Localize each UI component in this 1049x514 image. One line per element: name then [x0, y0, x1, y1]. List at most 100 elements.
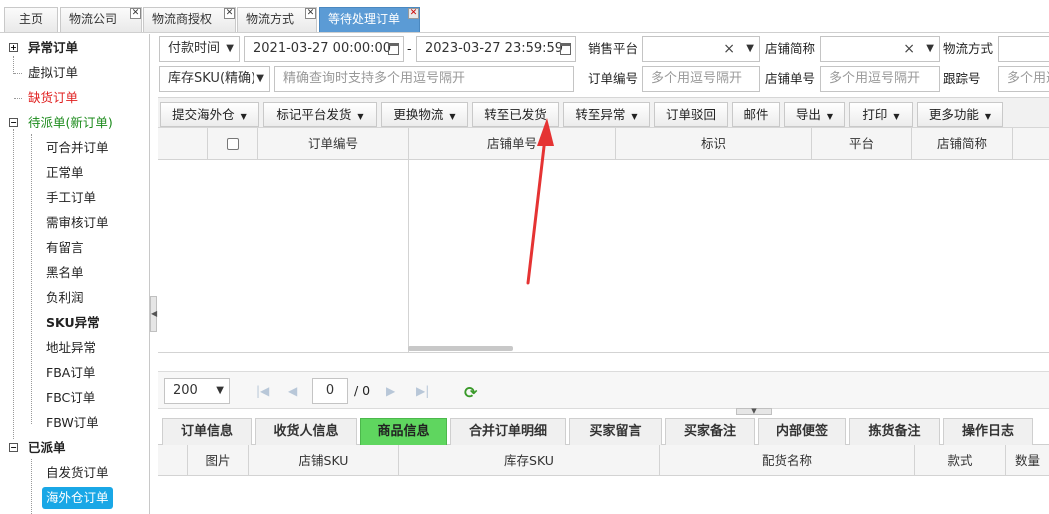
- tab-logistics-method[interactable]: 物流方式 ✕: [237, 7, 317, 32]
- tab-merged-order-detail[interactable]: 合并订单明细: [450, 418, 566, 445]
- close-icon[interactable]: ✕: [130, 8, 141, 19]
- submit-overseas-button[interactable]: 提交海外仓 ▼: [160, 102, 259, 127]
- collapse-icon[interactable]: −: [9, 443, 18, 452]
- reject-order-button[interactable]: 订单驳回: [654, 102, 728, 127]
- clear-icon[interactable]: ×: [903, 37, 915, 61]
- sidebar-group-pending[interactable]: 待派单(新订单): [28, 112, 113, 134]
- sku-type-value: 库存SKU(精确): [168, 71, 257, 86]
- clear-icon[interactable]: ×: [723, 37, 735, 61]
- mark-platform-button[interactable]: 标记平台发货 ▼: [263, 102, 377, 127]
- sku-type-select[interactable]: 库存SKU(精确) ▼: [159, 66, 270, 92]
- total-pages-label: / 0: [354, 383, 371, 398]
- sidebar-item-negative-profit[interactable]: 负利润: [46, 287, 84, 309]
- sidebar-item-sku-exception[interactable]: SKU异常: [46, 312, 100, 334]
- sidebar-item-has-message[interactable]: 有留言: [46, 237, 84, 259]
- tree-connector: [13, 129, 14, 439]
- horizontal-scrollbar[interactable]: [408, 346, 513, 351]
- sales-platform-select[interactable]: × ▼: [642, 36, 760, 62]
- panel-split-handle[interactable]: ▼: [736, 408, 772, 415]
- column-shop-abbr[interactable]: 店铺简称: [912, 128, 1013, 160]
- next-page-icon[interactable]: ▶: [386, 384, 395, 398]
- calendar-icon[interactable]: [388, 43, 399, 55]
- more-functions-button[interactable]: 更多功能 ▼: [917, 102, 1003, 127]
- sidebar-item-fba[interactable]: FBA订单: [46, 362, 95, 384]
- column-shop-order-no[interactable]: 店铺单号: [409, 128, 616, 160]
- sidebar-item-self-ship[interactable]: 自发货订单: [46, 462, 109, 484]
- tracking-input[interactable]: 多个用逗号隔开: [998, 66, 1049, 92]
- sidebar-item-out-of-stock[interactable]: 缺货订单: [28, 87, 78, 109]
- select-all-checkbox[interactable]: [227, 138, 239, 150]
- current-page-input[interactable]: 0: [312, 378, 348, 404]
- chevron-down-icon: ▼: [254, 67, 264, 91]
- tab-receiver-info[interactable]: 收货人信息: [255, 418, 357, 445]
- select-all-column: [208, 128, 258, 160]
- mail-button[interactable]: 邮件: [732, 102, 780, 127]
- print-button[interactable]: 打印 ▼: [849, 102, 913, 127]
- prev-page-icon[interactable]: ◀: [288, 384, 297, 398]
- column-style[interactable]: 款式: [915, 445, 1006, 476]
- sidebar-item-overseas[interactable]: 海外仓订单: [42, 487, 113, 509]
- grid-frozen-divider: [408, 160, 409, 353]
- close-icon[interactable]: ✕: [408, 8, 419, 19]
- export-button[interactable]: 导出 ▼: [784, 102, 845, 127]
- sidebar-item-fbw[interactable]: FBW订单: [46, 412, 99, 434]
- to-exception-button[interactable]: 转至异常 ▼: [563, 102, 650, 127]
- sidebar-item-mergeable[interactable]: 可合并订单: [46, 137, 109, 159]
- tab-buyer-message[interactable]: 买家留言: [569, 418, 662, 445]
- date-start-input[interactable]: 2021-03-27 00:00:00: [244, 36, 404, 62]
- tab-logistics-auth[interactable]: 物流商授权 ✕: [143, 7, 236, 32]
- column-stock-sku[interactable]: 库存SKU: [399, 445, 660, 476]
- tab-logistics-company[interactable]: 物流公司 ✕: [60, 7, 142, 32]
- tab-product-info[interactable]: 商品信息: [360, 418, 447, 445]
- column-order-no[interactable]: 订单编号: [258, 128, 409, 160]
- column-shop-sku[interactable]: 店铺SKU: [249, 445, 399, 476]
- caret-down-icon: ▼: [357, 112, 364, 121]
- sidebar-item-blacklist[interactable]: 黑名单: [46, 262, 84, 284]
- sidebar-group-exception[interactable]: 异常订单: [28, 37, 78, 59]
- date-end-input[interactable]: 2023-03-27 23:59:59: [416, 36, 576, 62]
- column-mark[interactable]: 标识: [616, 128, 812, 160]
- shop-abbr-select[interactable]: × ▼: [820, 36, 940, 62]
- refresh-icon[interactable]: ⟳: [464, 383, 477, 402]
- sidebar-group-dispatched[interactable]: 已派单: [28, 437, 66, 459]
- button-label: 更换物流: [393, 107, 444, 122]
- pagination-bar: 200 ▼ |◀ ◀ 0 / 0 ▶ ▶| ⟳: [158, 371, 1049, 409]
- time-type-select[interactable]: 付款时间 ▼: [159, 36, 240, 62]
- change-logistics-button[interactable]: 更换物流 ▼: [381, 102, 468, 127]
- last-page-icon[interactable]: ▶|: [416, 384, 429, 398]
- close-icon[interactable]: ✕: [305, 8, 316, 19]
- sidebar-item-fbc[interactable]: FBC订单: [46, 387, 95, 409]
- sku-search-input[interactable]: 精确查询时支持多个用逗号隔开: [274, 66, 574, 92]
- expand-icon[interactable]: +: [9, 43, 18, 52]
- tab-buyer-note[interactable]: 买家备注: [665, 418, 755, 445]
- close-icon[interactable]: ✕: [224, 8, 235, 19]
- sidebar-collapse-handle[interactable]: ◀: [150, 296, 157, 332]
- logistics-select[interactable]: [998, 36, 1049, 62]
- to-shipped-button[interactable]: 转至已发货: [472, 102, 559, 127]
- tab-pending-orders[interactable]: 等待处理订单 ✕: [319, 7, 420, 32]
- first-page-icon[interactable]: |◀: [256, 384, 269, 398]
- tab-operation-log[interactable]: 操作日志: [943, 418, 1033, 445]
- collapse-icon[interactable]: −: [9, 118, 18, 127]
- tab-order-info[interactable]: 订单信息: [162, 418, 252, 445]
- sidebar-tree: + 异常订单 虚拟订单 缺货订单 − 待派单(新订单) 可合并订单 正常单 手工…: [0, 34, 150, 514]
- sidebar-item-manual[interactable]: 手工订单: [46, 187, 96, 209]
- shop-order-input[interactable]: 多个用逗号隔开: [820, 66, 940, 92]
- tab-home[interactable]: 主页: [4, 7, 58, 32]
- order-no-input[interactable]: 多个用逗号隔开: [642, 66, 760, 92]
- column-quantity[interactable]: 数量: [1006, 445, 1049, 476]
- sidebar-item-address-exception[interactable]: 地址异常: [46, 337, 96, 359]
- sidebar-item-needs-review[interactable]: 需审核订单: [46, 212, 109, 234]
- button-label: 提交海外仓: [172, 107, 235, 122]
- order-grid-header: 订单编号 店铺单号 标识 平台 店铺简称: [158, 128, 1049, 160]
- tab-picking-note[interactable]: 拣货备注: [849, 418, 940, 445]
- column-platform[interactable]: 平台: [812, 128, 912, 160]
- page-size-select[interactable]: 200 ▼: [164, 378, 230, 404]
- column-allocation-name[interactable]: 配货名称: [660, 445, 915, 476]
- sidebar-item-virtual[interactable]: 虚拟订单: [28, 62, 78, 84]
- sidebar-item-normal[interactable]: 正常单: [46, 162, 84, 184]
- shop-abbr-label: 店铺简称: [765, 41, 816, 56]
- tab-internal-note[interactable]: 内部便签: [758, 418, 846, 445]
- column-image[interactable]: 图片: [188, 445, 249, 476]
- calendar-icon[interactable]: [560, 43, 571, 55]
